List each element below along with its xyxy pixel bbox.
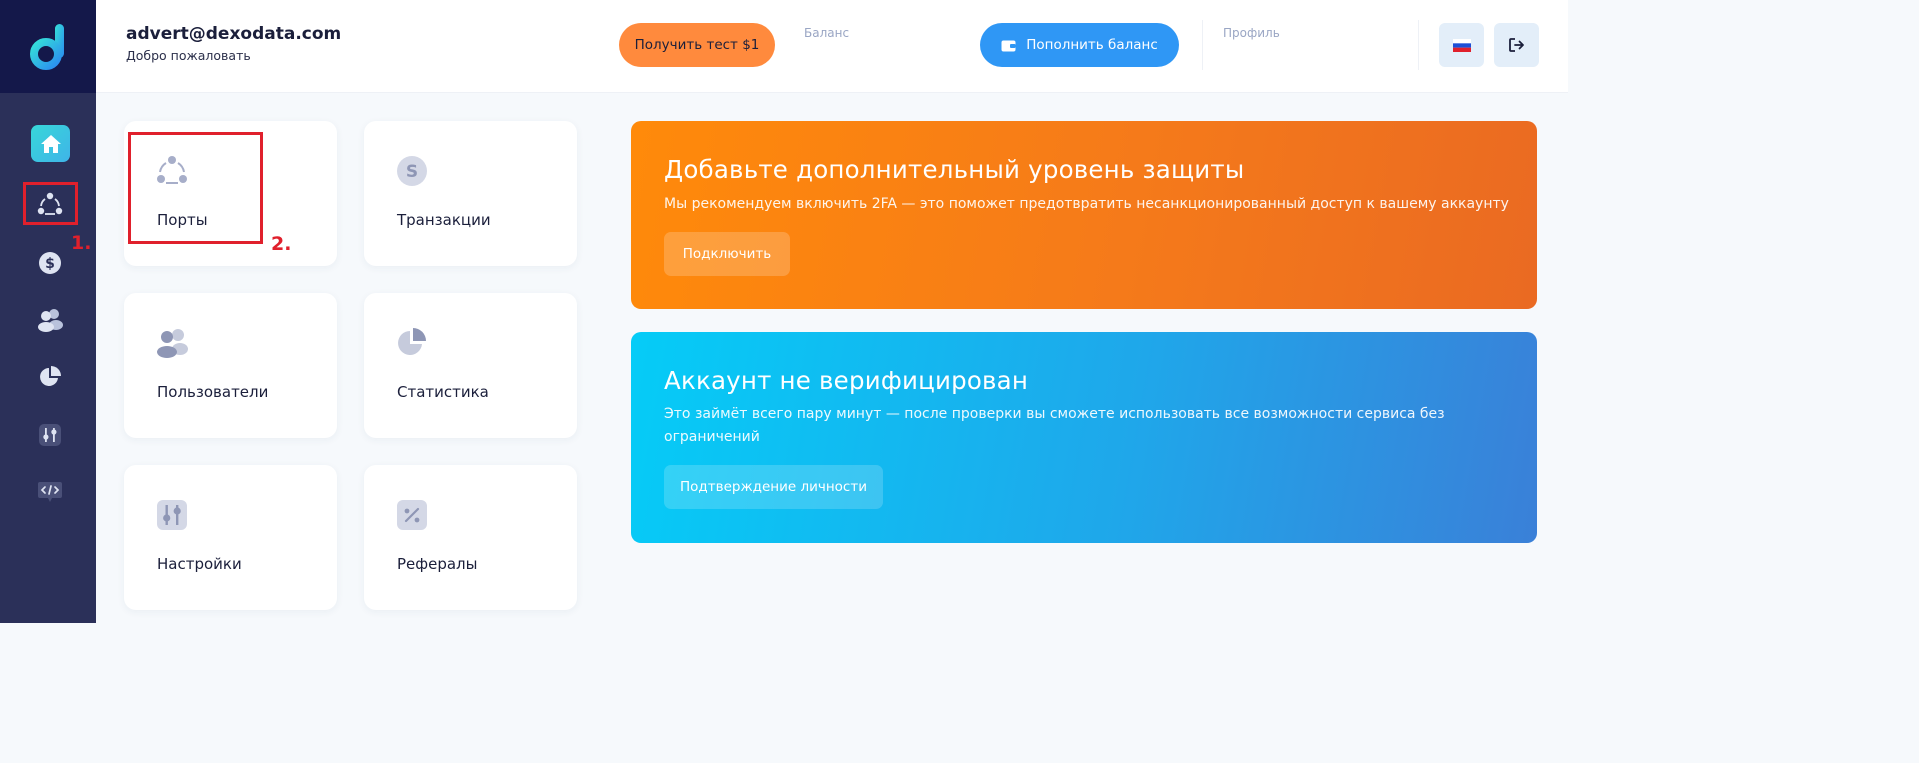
- code-chat-icon: [38, 482, 62, 502]
- card-users[interactable]: Пользователи: [124, 293, 337, 438]
- banner-2fa: Добавьте дополнительный уровень защиты М…: [631, 121, 1537, 309]
- card-transactions[interactable]: S Транзакции: [364, 121, 577, 266]
- sliders-icon: [157, 500, 187, 530]
- dexodata-logo-icon: [30, 23, 64, 70]
- logo[interactable]: [0, 0, 96, 93]
- verify-identity-button[interactable]: Подтверждение личности: [664, 465, 883, 509]
- annotation-box-1: [23, 182, 78, 225]
- users-icon: [157, 329, 188, 358]
- annotation-box-2: [128, 132, 263, 244]
- dollar-icon: $: [39, 252, 61, 274]
- logout-button[interactable]: [1494, 23, 1539, 67]
- card-referrals-label: Рефералы: [397, 555, 478, 573]
- sidebar-item-users[interactable]: [28, 300, 72, 340]
- card-users-label: Пользователи: [157, 383, 269, 401]
- top-bar: advert@dexodata.com Добро пожаловать Пол…: [96, 0, 1568, 93]
- enable-2fa-button[interactable]: Подключить: [664, 232, 790, 276]
- welcome-text: Добро пожаловать: [126, 48, 251, 63]
- profile-label: Профиль: [1223, 26, 1280, 40]
- home-icon: [40, 134, 61, 153]
- top-up-balance-button[interactable]: Пополнить баланс: [980, 23, 1179, 67]
- wallet-icon: [1001, 40, 1016, 51]
- banner-verification-title: Аккаунт не верифицирован: [664, 366, 1029, 395]
- language-button[interactable]: [1439, 23, 1484, 67]
- card-settings-label: Настройки: [157, 555, 242, 573]
- divider: [1418, 20, 1419, 70]
- card-transactions-label: Транзакции: [397, 211, 491, 229]
- card-statistics[interactable]: Статистика: [364, 293, 577, 438]
- card-referrals[interactable]: Рефералы: [364, 465, 577, 610]
- pie-chart-icon: [40, 366, 61, 386]
- card-statistics-label: Статистика: [397, 383, 489, 401]
- banner-verification-text: Это займёт всего пару минут — после пров…: [664, 406, 1445, 445]
- sidebar-item-home[interactable]: [31, 125, 70, 162]
- pie-chart-icon: [398, 328, 426, 355]
- divider: [1202, 20, 1203, 70]
- sidebar-item-statistics[interactable]: [28, 357, 72, 397]
- logout-icon: [1508, 38, 1524, 52]
- coin-s-icon: S: [397, 156, 427, 186]
- card-settings[interactable]: Настройки: [124, 465, 337, 610]
- sidebar-item-api[interactable]: [28, 472, 72, 512]
- user-email: advert@dexodata.com: [126, 24, 342, 44]
- balance-label: Баланс: [804, 26, 850, 40]
- sliders-icon: [39, 424, 61, 446]
- sidebar-item-settings[interactable]: [28, 415, 72, 455]
- banner-verification: Аккаунт не верифицирован Это займёт всег…: [631, 332, 1537, 543]
- svg-text:S: S: [406, 162, 418, 182]
- banner-2fa-title: Добавьте дополнительный уровень защиты: [664, 155, 1245, 184]
- top-up-balance-label: Пополнить баланс: [1026, 37, 1158, 53]
- percent-icon: [397, 500, 427, 530]
- banner-2fa-text: Мы рекомендуем включить 2FA — это поможе…: [664, 196, 1509, 212]
- annotation-number-1: 1.: [71, 232, 92, 254]
- get-test-button[interactable]: Получить тест $1: [619, 23, 775, 67]
- svg-text:$: $: [45, 256, 55, 272]
- sidebar-item-transactions[interactable]: $: [28, 243, 72, 283]
- annotation-number-2: 2.: [271, 233, 292, 255]
- users-icon: [38, 309, 63, 332]
- sidebar: $: [0, 0, 96, 623]
- russia-flag-icon: [1452, 38, 1471, 52]
